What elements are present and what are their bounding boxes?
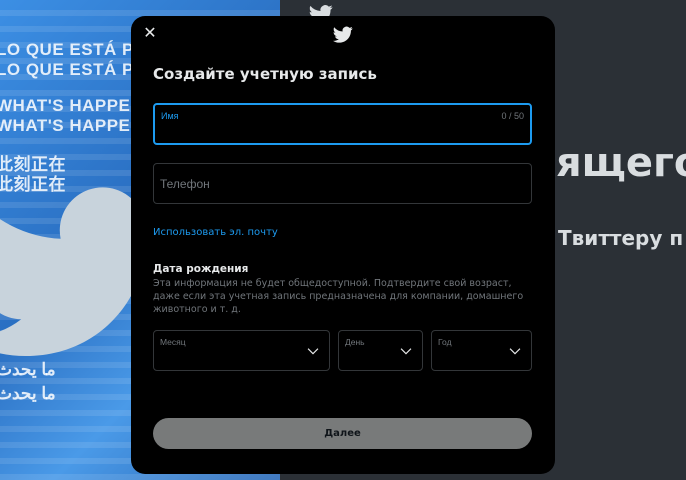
signup-modal: ✕ Создайте учетную запись Имя 0 / 50 Тел… — [131, 16, 555, 474]
close-icon[interactable]: ✕ — [141, 25, 159, 43]
name-input[interactable] — [161, 122, 524, 138]
chevron-down-icon — [509, 348, 521, 355]
name-field-label: Имя — [161, 111, 179, 121]
name-field[interactable]: Имя 0 / 50 — [153, 103, 532, 145]
next-button[interactable]: Далее — [153, 418, 532, 449]
chevron-down-icon — [307, 348, 319, 355]
name-char-counter: 0 / 50 — [501, 111, 524, 121]
use-email-link[interactable]: Использовать эл. почту — [153, 227, 278, 238]
background-subtext: Твиттеру п — [558, 226, 684, 250]
day-select-label: День — [345, 337, 365, 347]
phone-field[interactable]: Телефон — [153, 163, 532, 204]
chevron-down-icon — [400, 348, 412, 355]
year-select[interactable]: Год — [431, 330, 532, 371]
modal-title: Создайте учетную запись — [153, 65, 377, 83]
twitter-bird-icon — [333, 26, 353, 43]
dob-description: Эта информация не будет общедоступной. П… — [153, 278, 524, 315]
day-select[interactable]: День — [338, 330, 423, 371]
background-headline: ящего — [556, 140, 686, 186]
dob-title: Дата рождения — [153, 263, 249, 275]
phone-field-placeholder: Телефон — [160, 177, 210, 191]
month-select[interactable]: Месяц — [153, 330, 330, 371]
year-select-label: Год — [438, 337, 452, 347]
month-select-label: Месяц — [160, 337, 186, 347]
collage-text-line: ما يحدث — [0, 384, 56, 403]
